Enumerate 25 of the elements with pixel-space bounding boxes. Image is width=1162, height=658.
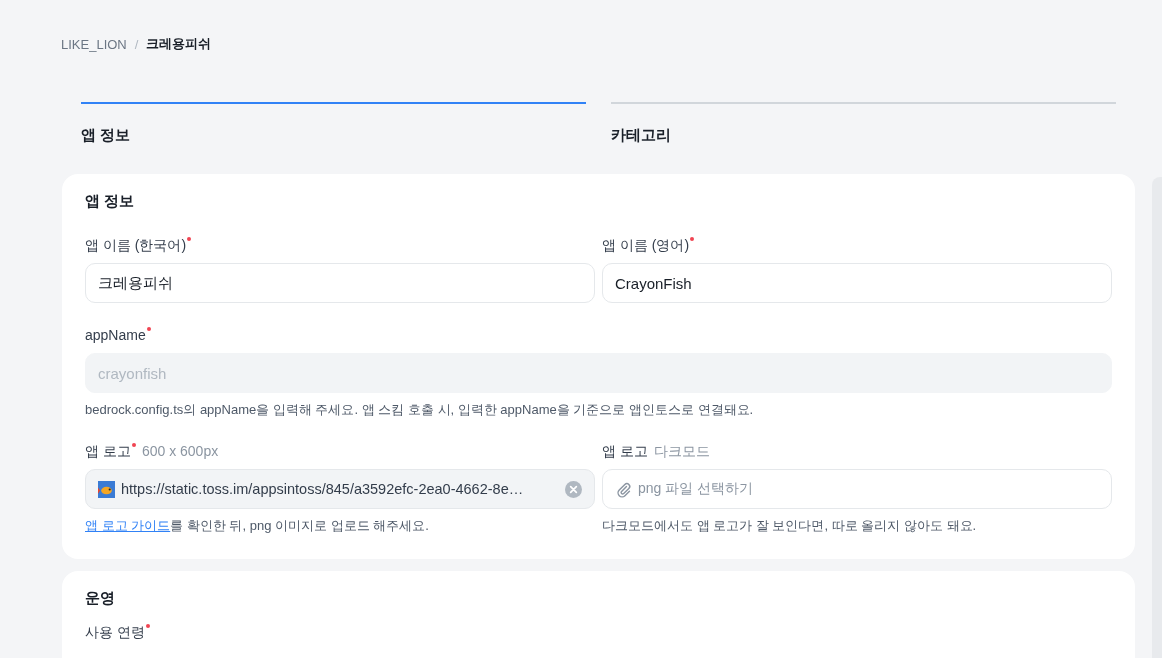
fish-thumbnail-icon [98,480,115,498]
field-label: 앱 이름 (한국어) [85,236,187,255]
label-note: 600 x 600px [141,442,219,461]
field-label: 사용 연령 [85,623,145,642]
breadcrumb-link[interactable]: LIKE_LION [61,36,127,52]
field-label: 앱 로고 [85,442,131,461]
tab[interactable]: 앱 정보 [81,102,586,150]
section-title: 운영 [85,589,116,608]
file-field[interactable]: https://static.toss.im/appsintoss/845/a3592efc-2ea0-4662-8e… [85,469,595,509]
text-field[interactable]: CrayonFish [602,263,1112,303]
label-note: 다크모드 [653,442,710,461]
help-text: bedrock.config.ts의 appName을 입력해 주세요. 앱 스킴 호출 시, 입력한 appName을 기준으로 앱인토스로 연결돼요. [85,402,754,417]
field-label: appName [85,326,146,345]
help-text: 다크모드에서도 앱 로고가 잘 보인다면, 따로 올리지 않아도 돼요. [602,518,977,533]
field-label: 앱 로고 [602,442,648,461]
breadcrumb-separator: / [134,36,139,52]
paperclip-icon [615,480,632,498]
text-field[interactable]: 크레용피쉬 [85,263,595,303]
guide-link[interactable]: 앱 로고 가이드 [85,518,171,533]
tab[interactable]: 카테고리 [611,102,1116,150]
breadcrumb-current: 크레용피쉬 [146,35,212,53]
help-text: 앱 로고 가이드를 확인한 뒤, png 이미지로 업로드 해주세요. [85,518,429,533]
field-label: 앱 이름 (영어) [602,236,690,255]
section-title: 앱 정보 [85,192,136,211]
clear-icon[interactable] [565,480,582,498]
